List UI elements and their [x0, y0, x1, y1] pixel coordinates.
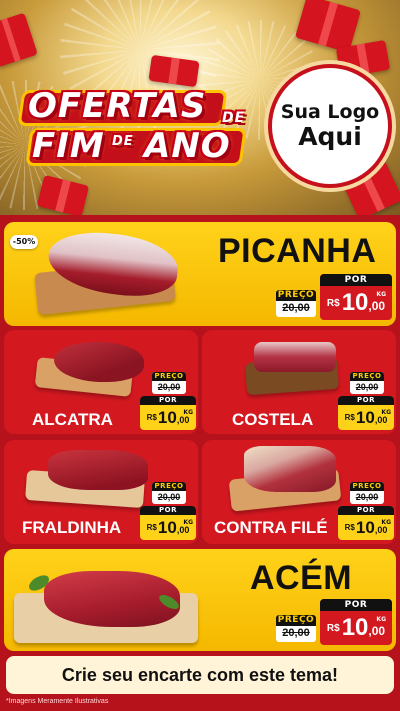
old-price-box: PREÇO 20,00 [152, 372, 186, 394]
gift-box-decoration [0, 12, 38, 68]
meat-image-acem [8, 553, 208, 649]
old-price-box: PREÇO 20,00 [350, 482, 384, 504]
promo-title: OFERTAS DE FIM DE ANO [17, 84, 252, 172]
header-banner: OFERTAS DE FIM DE ANO Sua Logo Aqui [0, 0, 400, 215]
old-price-box: PREÇO 20,00 [276, 290, 316, 317]
old-price-box: PREÇO 20,00 [276, 615, 316, 642]
product-name: PICANHA [218, 232, 377, 270]
title-ano: ANO [144, 126, 231, 166]
product-card-costela: COSTELA PREÇO 20,00 POR R$ 10 ,00 KG [202, 330, 396, 434]
new-price-box: POR R$ 10 ,00 KG [320, 274, 392, 320]
title-de-2: DE [112, 134, 134, 149]
product-name: COSTELA [232, 410, 314, 429]
new-price-box: POR R$ 10 ,00 KG [320, 599, 392, 645]
new-price-box: POR R$ 10 ,00 KG [140, 506, 196, 540]
product-name: CONTRA FILÉ [214, 518, 328, 537]
new-price-box: POR R$ 10 ,00 KG [140, 396, 196, 430]
product-card-contra-file: CONTRA FILÉ PREÇO 20,00 POR R$ 10 ,00 KG [202, 440, 396, 544]
old-price-box: PREÇO 20,00 [350, 372, 384, 394]
featured-card-picanha: PICANHA PREÇO 20,00 POR R$ 10 ,00 KG [4, 222, 396, 326]
product-card-alcatra: ALCATRA PREÇO 20,00 POR R$ 10 ,00 KG [4, 330, 198, 434]
product-card-fraldinha: FRALDINHA PREÇO 20,00 POR R$ 10 ,00 KG [4, 440, 198, 544]
title-fim: FIM [32, 126, 105, 166]
product-name: ACÉM [250, 559, 353, 597]
old-price-box: PREÇO 20,00 [152, 482, 186, 504]
meat-image-picanha [24, 226, 184, 322]
gift-box-decoration [36, 174, 90, 215]
cta-banner[interactable]: Crie seu encarte com este tema! [6, 656, 394, 694]
product-name: FRALDINHA [22, 518, 122, 537]
meat-image-costela [254, 342, 336, 372]
meat-image-contra-file [244, 446, 336, 492]
disclaimer-text: *Imagens Meramente Ilustrativas [6, 698, 109, 705]
discount-badge: -50% [10, 235, 38, 249]
logo-line2: Aqui [298, 121, 362, 151]
logo-line1: Sua Logo [280, 100, 380, 123]
logo-placeholder: Sua Logo Aqui [268, 64, 392, 188]
title-ofertas: OFERTAS [28, 86, 207, 126]
meat-image-fraldinha [48, 450, 148, 490]
featured-card-acem: ACÉM PREÇO 20,00 POR R$ 10 ,00 KG [4, 549, 396, 651]
new-price-box: POR R$ 10 ,00 KG [338, 396, 394, 430]
title-de: DE [222, 110, 246, 126]
new-price-box: POR R$ 10 ,00 KG [338, 506, 394, 540]
product-name: ALCATRA [32, 410, 113, 429]
